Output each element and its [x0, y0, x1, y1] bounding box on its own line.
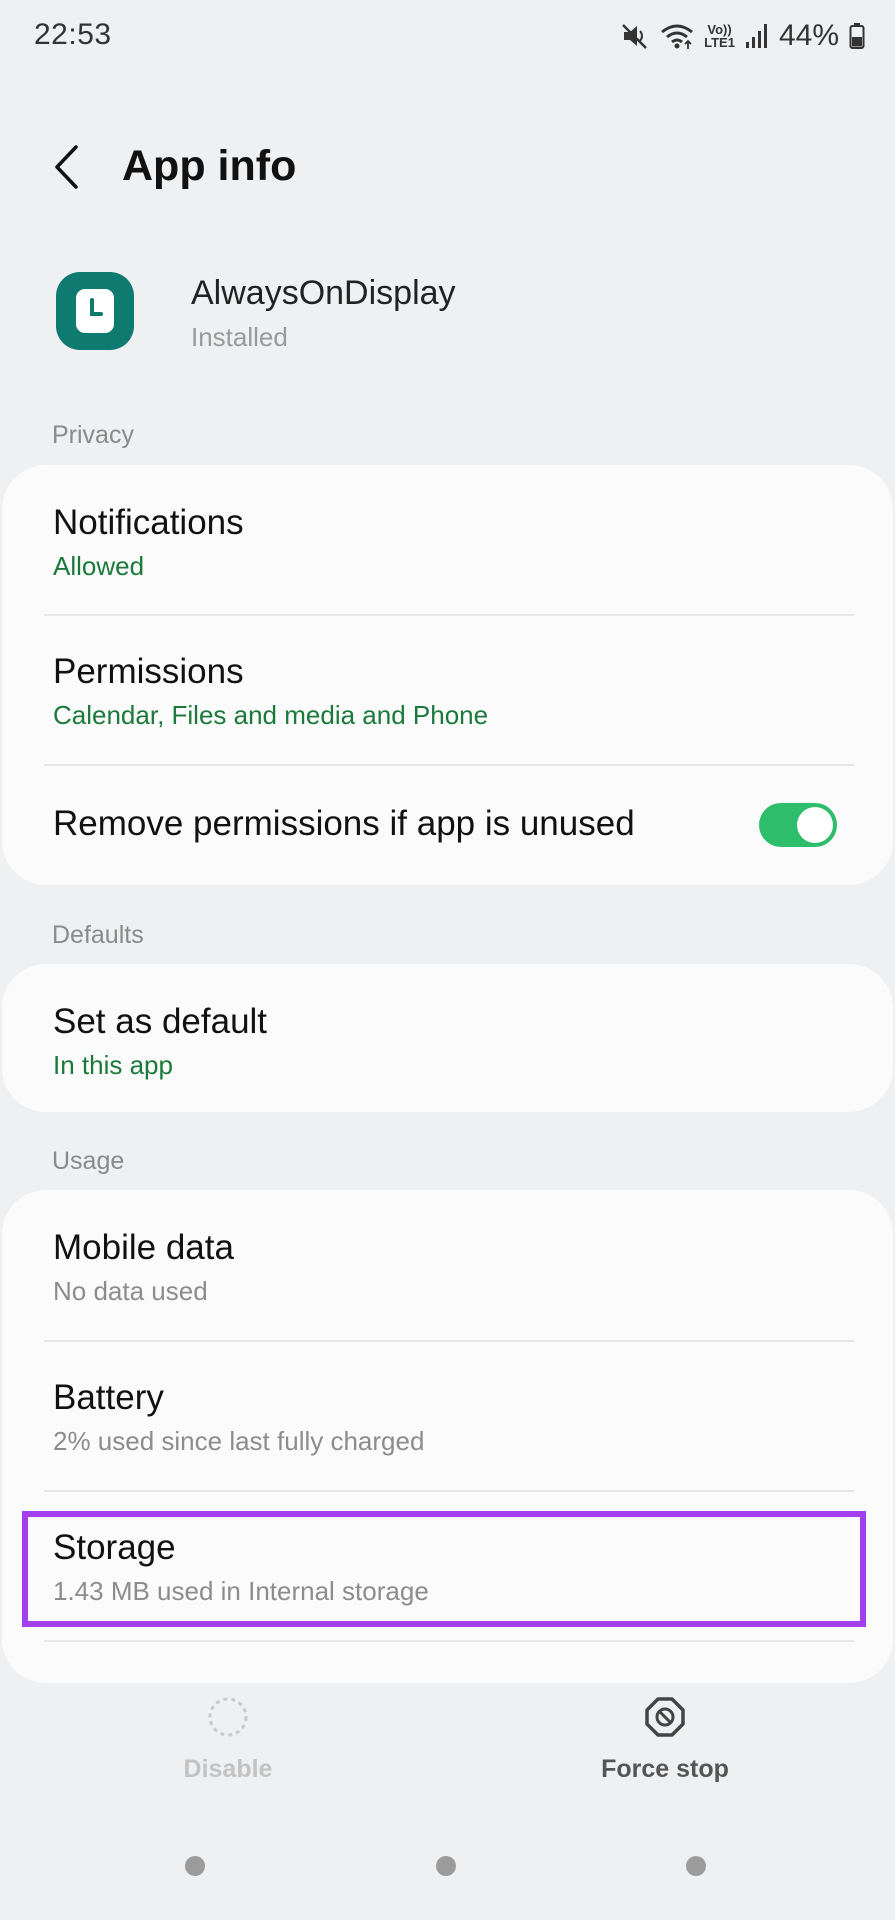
- item-subtitle: No data used: [53, 1276, 208, 1306]
- status-icons: Vo)) LTE1 44%: [620, 16, 865, 56]
- list-item-permissions[interactable]: Permissions Calendar, Files and media an…: [2, 616, 893, 766]
- app-name: AlwaysOnDisplay: [191, 274, 456, 312]
- item-title: Mobile data: [53, 1228, 234, 1267]
- list-item-mobile-data[interactable]: Mobile data No data used: [2, 1190, 893, 1340]
- back-button[interactable]: [46, 140, 86, 194]
- item-title: Set as default: [53, 1002, 268, 1041]
- toggle-knob: [797, 807, 833, 843]
- wifi-icon: [661, 24, 694, 49]
- nav-back-button[interactable]: [686, 1856, 706, 1876]
- app-icon: [56, 272, 134, 350]
- force-stop-label: Force stop: [601, 1755, 729, 1783]
- storage-highlight-box: [22, 1511, 866, 1627]
- network-type-label: Vo)) LTE1: [704, 22, 735, 50]
- list-item-remove-permissions[interactable]: Remove permissions if app is unused: [2, 766, 893, 885]
- signal-icon: [745, 24, 767, 48]
- remove-permissions-toggle[interactable]: [759, 803, 837, 847]
- battery-percent: 44%: [778, 19, 839, 52]
- item-subtitle: In this app: [53, 1050, 173, 1080]
- battery-icon: [849, 23, 865, 49]
- status-time: 22:53: [34, 18, 112, 51]
- item-title: Notifications: [53, 503, 244, 542]
- page-title: App info: [122, 142, 297, 190]
- mute-icon: [622, 24, 648, 49]
- divider: [44, 1640, 854, 1642]
- item-subtitle: 2% used since last fully charged: [53, 1426, 425, 1456]
- list-item-set-as-default[interactable]: Set as default In this app: [2, 964, 893, 1112]
- app-install-status: Installed: [191, 322, 288, 352]
- item-subtitle: Calendar, Files and media and Phone: [53, 700, 489, 730]
- section-label-usage: Usage: [52, 1147, 125, 1175]
- item-title: Battery: [53, 1378, 164, 1417]
- section-label-privacy: Privacy: [52, 421, 134, 449]
- clock-icon: [76, 289, 114, 333]
- item-title: Remove permissions if app is unused: [53, 804, 635, 843]
- disable-button[interactable]: Disable: [108, 1695, 348, 1805]
- force-stop-button[interactable]: Force stop: [545, 1695, 785, 1805]
- disable-icon: [208, 1697, 248, 1737]
- defaults-card: Set as default In this app: [2, 964, 893, 1112]
- section-label-defaults: Defaults: [52, 921, 144, 949]
- disable-label: Disable: [183, 1755, 273, 1783]
- nav-home-button[interactable]: [436, 1856, 456, 1876]
- force-stop-icon: [645, 1697, 685, 1737]
- item-subtitle: Allowed: [53, 551, 145, 581]
- list-item-battery[interactable]: Battery 2% used since last fully charged: [2, 1342, 893, 1490]
- chevron-left-icon: [55, 145, 78, 189]
- nav-recents-button[interactable]: [185, 1856, 205, 1876]
- privacy-card: Notifications Allowed Permissions Calend…: [2, 465, 893, 885]
- list-item-notifications[interactable]: Notifications Allowed: [2, 465, 893, 615]
- item-title: Permissions: [53, 652, 244, 691]
